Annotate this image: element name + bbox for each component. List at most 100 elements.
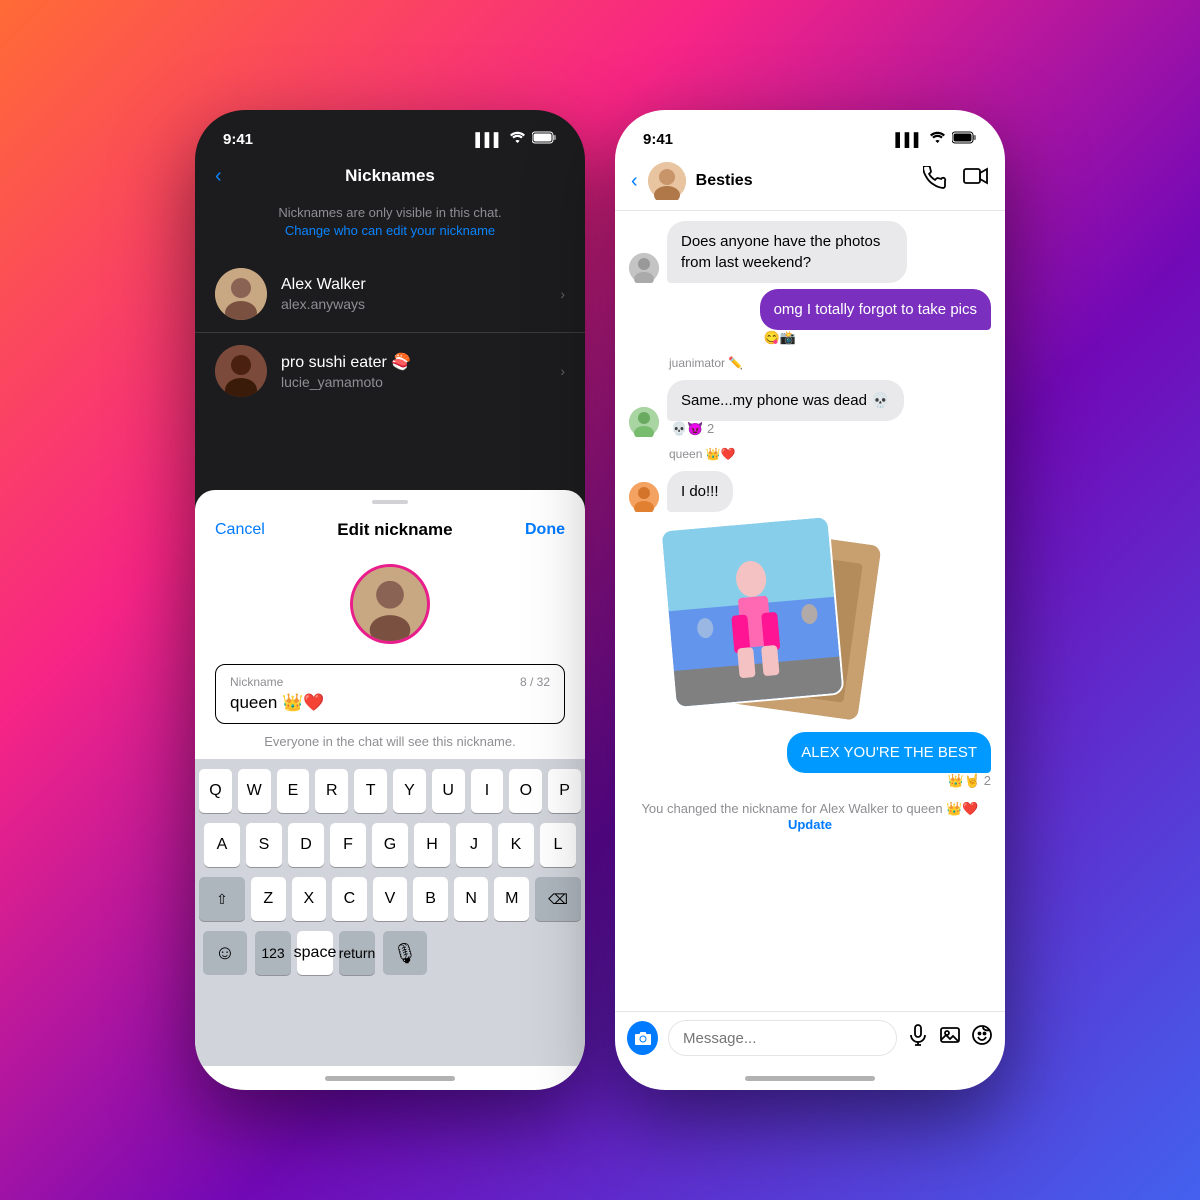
msg-col-1: Does anyone have the photos from last we… [667, 221, 907, 283]
reaction-3: 💀😈 2 [667, 421, 904, 437]
key-l[interactable]: L [540, 823, 576, 867]
key-j[interactable]: J [456, 823, 492, 867]
key-shift[interactable]: ⇧ [199, 877, 245, 921]
avatar-sender-4 [629, 482, 659, 512]
key-v[interactable]: V [373, 877, 408, 921]
right-status-bar: 9:41 ▌▌▌ [615, 110, 1005, 154]
chevron-icon-alex: › [560, 286, 565, 302]
key-i[interactable]: I [471, 769, 504, 813]
key-k[interactable]: K [498, 823, 534, 867]
sticker-input-icon[interactable] [971, 1024, 993, 1052]
key-n[interactable]: N [454, 877, 489, 921]
avatar-sender-3 [629, 407, 659, 437]
done-button[interactable]: Done [525, 521, 565, 539]
contact-info-alex: Alex Walker alex.anyways [281, 276, 546, 312]
sender-label-queen: queen 👑❤️ [629, 443, 991, 465]
msg-row-photo [629, 518, 991, 726]
msg-col-5: ALEX YOU'RE THE BEST 👑🤘 2 [787, 732, 991, 789]
chevron-icon-lucie: › [560, 363, 565, 379]
key-u[interactable]: U [432, 769, 465, 813]
avatar-large-container [195, 554, 585, 664]
bubble-3: Same...my phone was dead 💀 [667, 380, 904, 421]
message-input[interactable] [668, 1020, 897, 1056]
keyboard-row-4: ☺ 123 space return 🎙 [199, 931, 581, 975]
key-o[interactable]: O [509, 769, 542, 813]
key-e[interactable]: E [277, 769, 310, 813]
signal-icon: ▌▌▌ [475, 132, 503, 147]
bubble-4: I do!!! [667, 471, 733, 512]
left-home-bar [325, 1076, 455, 1081]
key-w[interactable]: W [238, 769, 271, 813]
contact-username-lucie: lucie_yamamoto [281, 374, 546, 390]
key-a[interactable]: A [204, 823, 240, 867]
key-b[interactable]: B [413, 877, 448, 921]
nickname-input-box[interactable]: Nickname 8 / 32 queen 👑❤️ [215, 664, 565, 724]
key-d[interactable]: D [288, 823, 324, 867]
nicknames-subtitle: Nicknames are only visible in this chat.… [195, 198, 585, 256]
keyboard-row-3: ⇧ Z X C V B N M ⌫ [199, 877, 581, 921]
update-link[interactable]: Update [788, 817, 832, 832]
cancel-button[interactable]: Cancel [215, 521, 265, 539]
chat-messages: Does anyone have the photos from last we… [615, 211, 1005, 1011]
key-g[interactable]: G [372, 823, 408, 867]
image-input-icon[interactable] [939, 1024, 961, 1052]
msg-col-4: I do!!! [667, 471, 733, 512]
key-t[interactable]: T [354, 769, 387, 813]
right-home-bar [745, 1076, 875, 1081]
key-c[interactable]: C [332, 877, 367, 921]
msg-row-1: Does anyone have the photos from last we… [629, 221, 991, 283]
avatar-alex [215, 268, 267, 320]
key-r[interactable]: R [315, 769, 348, 813]
bubble-1: Does anyone have the photos from last we… [667, 221, 907, 283]
contact-item-lucie[interactable]: pro sushi eater 🍣 lucie_yamamoto › [195, 333, 585, 409]
camera-button[interactable] [627, 1021, 658, 1055]
right-home-indicator [615, 1066, 1005, 1090]
key-return[interactable]: return [339, 931, 375, 975]
right-battery-icon [952, 131, 977, 147]
key-m[interactable]: M [494, 877, 529, 921]
key-q[interactable]: Q [199, 769, 232, 813]
keyboard-row-1: Q W E R T Y U I O P [199, 769, 581, 813]
change-nickname-link[interactable]: Change who can edit your nickname [285, 223, 495, 238]
key-emoji[interactable]: ☺ [203, 931, 247, 975]
chat-header: ‹ Besties [615, 154, 1005, 211]
nicknames-header: ‹ Nicknames [195, 154, 585, 198]
key-p[interactable]: P [548, 769, 581, 813]
nicknames-title: Nicknames [345, 166, 435, 186]
back-button[interactable]: ‹ [215, 165, 222, 188]
chat-group-name: Besties [696, 172, 913, 190]
nickname-value[interactable]: queen 👑❤️ [230, 693, 550, 713]
phone-icon[interactable] [923, 166, 947, 196]
key-z[interactable]: Z [251, 877, 286, 921]
photo-front [659, 515, 844, 709]
left-home-indicator [195, 1066, 585, 1090]
key-123[interactable]: 123 [255, 931, 291, 975]
msg-row-3: Same...my phone was dead 💀 💀😈 2 [629, 380, 991, 437]
photo-stack [667, 522, 887, 722]
msg-row-2: omg I totally forgot to take pics 😋📸 [629, 289, 991, 346]
key-x[interactable]: X [292, 877, 327, 921]
right-status-icons: ▌▌▌ [895, 131, 977, 147]
system-message: You changed the nickname for Alex Walker… [629, 795, 991, 838]
contact-item-alex[interactable]: Alex Walker alex.anyways › [195, 256, 585, 333]
sheet-handle [372, 500, 408, 504]
key-h[interactable]: H [414, 823, 450, 867]
key-space[interactable]: space [297, 931, 333, 975]
contact-username-alex: alex.anyways [281, 296, 546, 312]
nickname-hint: Everyone in the chat will see this nickn… [195, 724, 585, 759]
bubble-2: omg I totally forgot to take pics [760, 289, 991, 330]
sheet-header: Cancel Edit nickname Done [195, 510, 585, 554]
chat-back-button[interactable]: ‹ [631, 170, 638, 193]
key-s[interactable]: S [246, 823, 282, 867]
key-f[interactable]: F [330, 823, 366, 867]
video-icon[interactable] [963, 166, 989, 196]
right-signal-icon: ▌▌▌ [895, 132, 923, 147]
key-delete[interactable]: ⌫ [535, 877, 581, 921]
left-phone: 9:41 ▌▌▌ [195, 110, 585, 1090]
contact-name-alex: Alex Walker [281, 276, 546, 294]
right-phone: 9:41 ▌▌▌ [615, 110, 1005, 1090]
nickname-label: Nickname 8 / 32 [230, 675, 550, 689]
mic-input-icon[interactable] [907, 1024, 929, 1052]
key-mic[interactable]: 🎙 [383, 931, 427, 975]
key-y[interactable]: Y [393, 769, 426, 813]
